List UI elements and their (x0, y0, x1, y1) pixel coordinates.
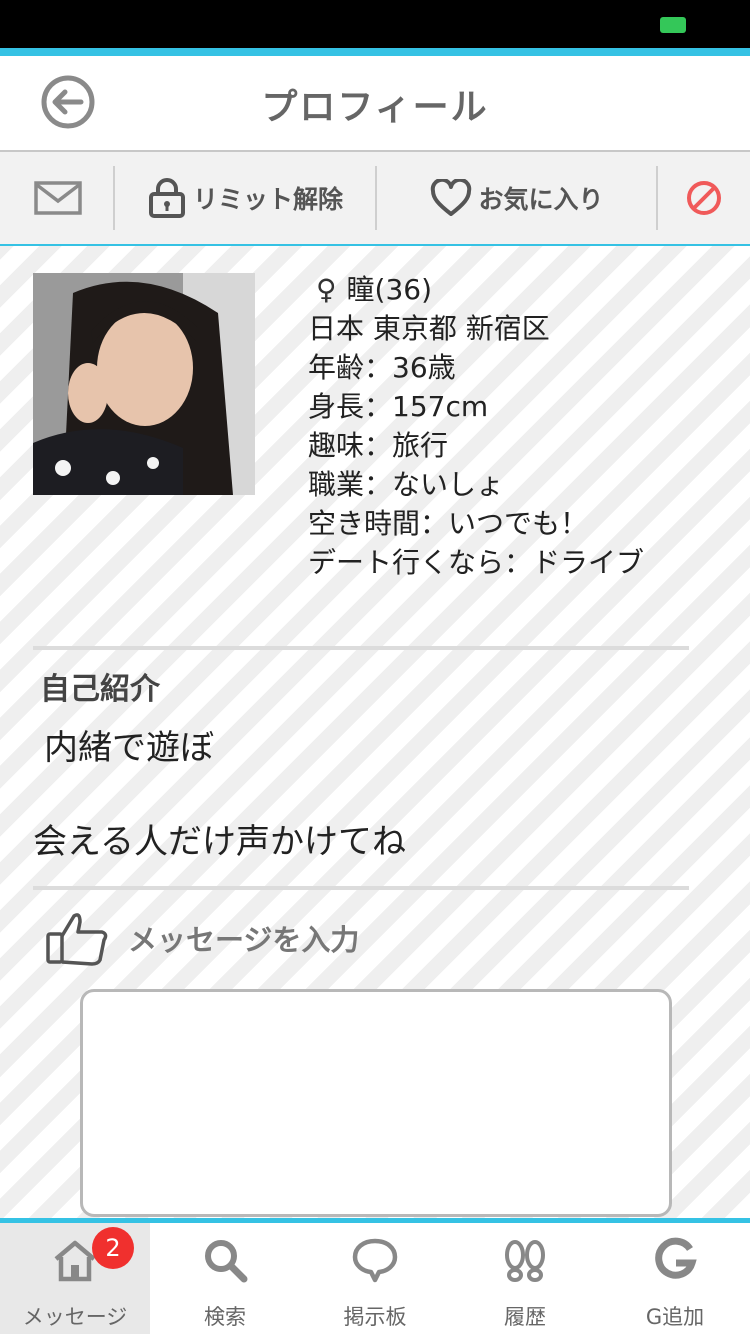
favorite-button[interactable]: お気に入り (377, 152, 657, 244)
divider (33, 646, 689, 650)
profile-photo[interactable] (33, 273, 255, 495)
battery-icon (660, 17, 686, 33)
tab-board-label: 掲示板 (343, 1305, 407, 1329)
profile-job: 職業：ないしょ (308, 468, 505, 501)
action-bar: リミット解除 お気に入り (0, 152, 750, 246)
tab-history[interactable]: 履歴 (450, 1223, 600, 1334)
tab-message-label: メッセージ (22, 1305, 128, 1329)
message-input-header: メッセージを入力 (44, 910, 359, 966)
favorite-label: お気に入り (478, 185, 604, 214)
intro-title: 自己紹介 (40, 672, 160, 707)
divider (33, 886, 689, 890)
mail-icon (33, 181, 82, 215)
profile-info: ♀ 瞳(36) 日本 東京都 新宿区 年齢：36歳 身長：157cm 趣味：旅行 … (308, 270, 728, 582)
profile-free-time: 空き時間：いつでも！ (308, 507, 589, 540)
profile-content: ♀ 瞳(36) 日本 東京都 新宿区 年齢：36歳 身長：157cm 趣味：旅行 … (0, 246, 750, 1218)
intro-text-line-2: 会える人だけ声かけてね (33, 822, 406, 862)
speech-bubble-icon (352, 1238, 398, 1283)
profile-name-line: ♀ 瞳(36) (308, 270, 728, 309)
tab-message[interactable]: 2 メッセージ (0, 1223, 150, 1334)
block-icon (687, 181, 721, 215)
status-bar (0, 0, 750, 48)
footprints-icon (505, 1240, 545, 1282)
limit-release-label: リミット解除 (192, 185, 343, 214)
intro-text-line-1: 内緒で遊ぼ (44, 728, 214, 768)
tab-g-add-label: G追加 (645, 1305, 705, 1329)
page-title: プロフィール (261, 87, 489, 128)
mail-button[interactable] (0, 152, 115, 244)
heart-icon (431, 179, 472, 216)
message-input[interactable] (80, 989, 672, 1217)
profile-photo-art (33, 273, 255, 495)
profile-location: 日本 東京都 新宿区 (308, 312, 550, 345)
message-input-label: メッセージを入力 (128, 923, 360, 957)
bottom-tab-bar: 2 メッセージ 検索 掲示板 履歴 G追加 (0, 1223, 750, 1334)
tab-search-label: 検索 (204, 1305, 246, 1329)
thumbs-up-icon (46, 913, 108, 966)
unread-badge: 2 (92, 1227, 134, 1269)
search-icon (205, 1240, 248, 1283)
tab-g-add[interactable]: G追加 (600, 1223, 750, 1334)
lock-icon (148, 178, 185, 218)
block-button[interactable] (658, 152, 750, 244)
accent-line (0, 48, 750, 56)
tab-history-label: 履歴 (504, 1305, 546, 1329)
profile-height: 身長：157cm (308, 390, 489, 423)
profile-hobby: 趣味：旅行 (308, 429, 449, 462)
limit-release-button[interactable]: リミット解除 (115, 152, 375, 244)
tab-board[interactable]: 掲示板 (300, 1223, 450, 1334)
g-icon (655, 1237, 697, 1279)
header: プロフィール (0, 56, 750, 152)
profile-date-preference: デート行くなら：ドライブ (308, 546, 645, 579)
profile-age: 年齢：36歳 (308, 351, 456, 384)
female-icon: ♀ (316, 273, 337, 306)
profile-name: 瞳(36) (346, 273, 432, 306)
tab-search[interactable]: 検索 (150, 1223, 300, 1334)
